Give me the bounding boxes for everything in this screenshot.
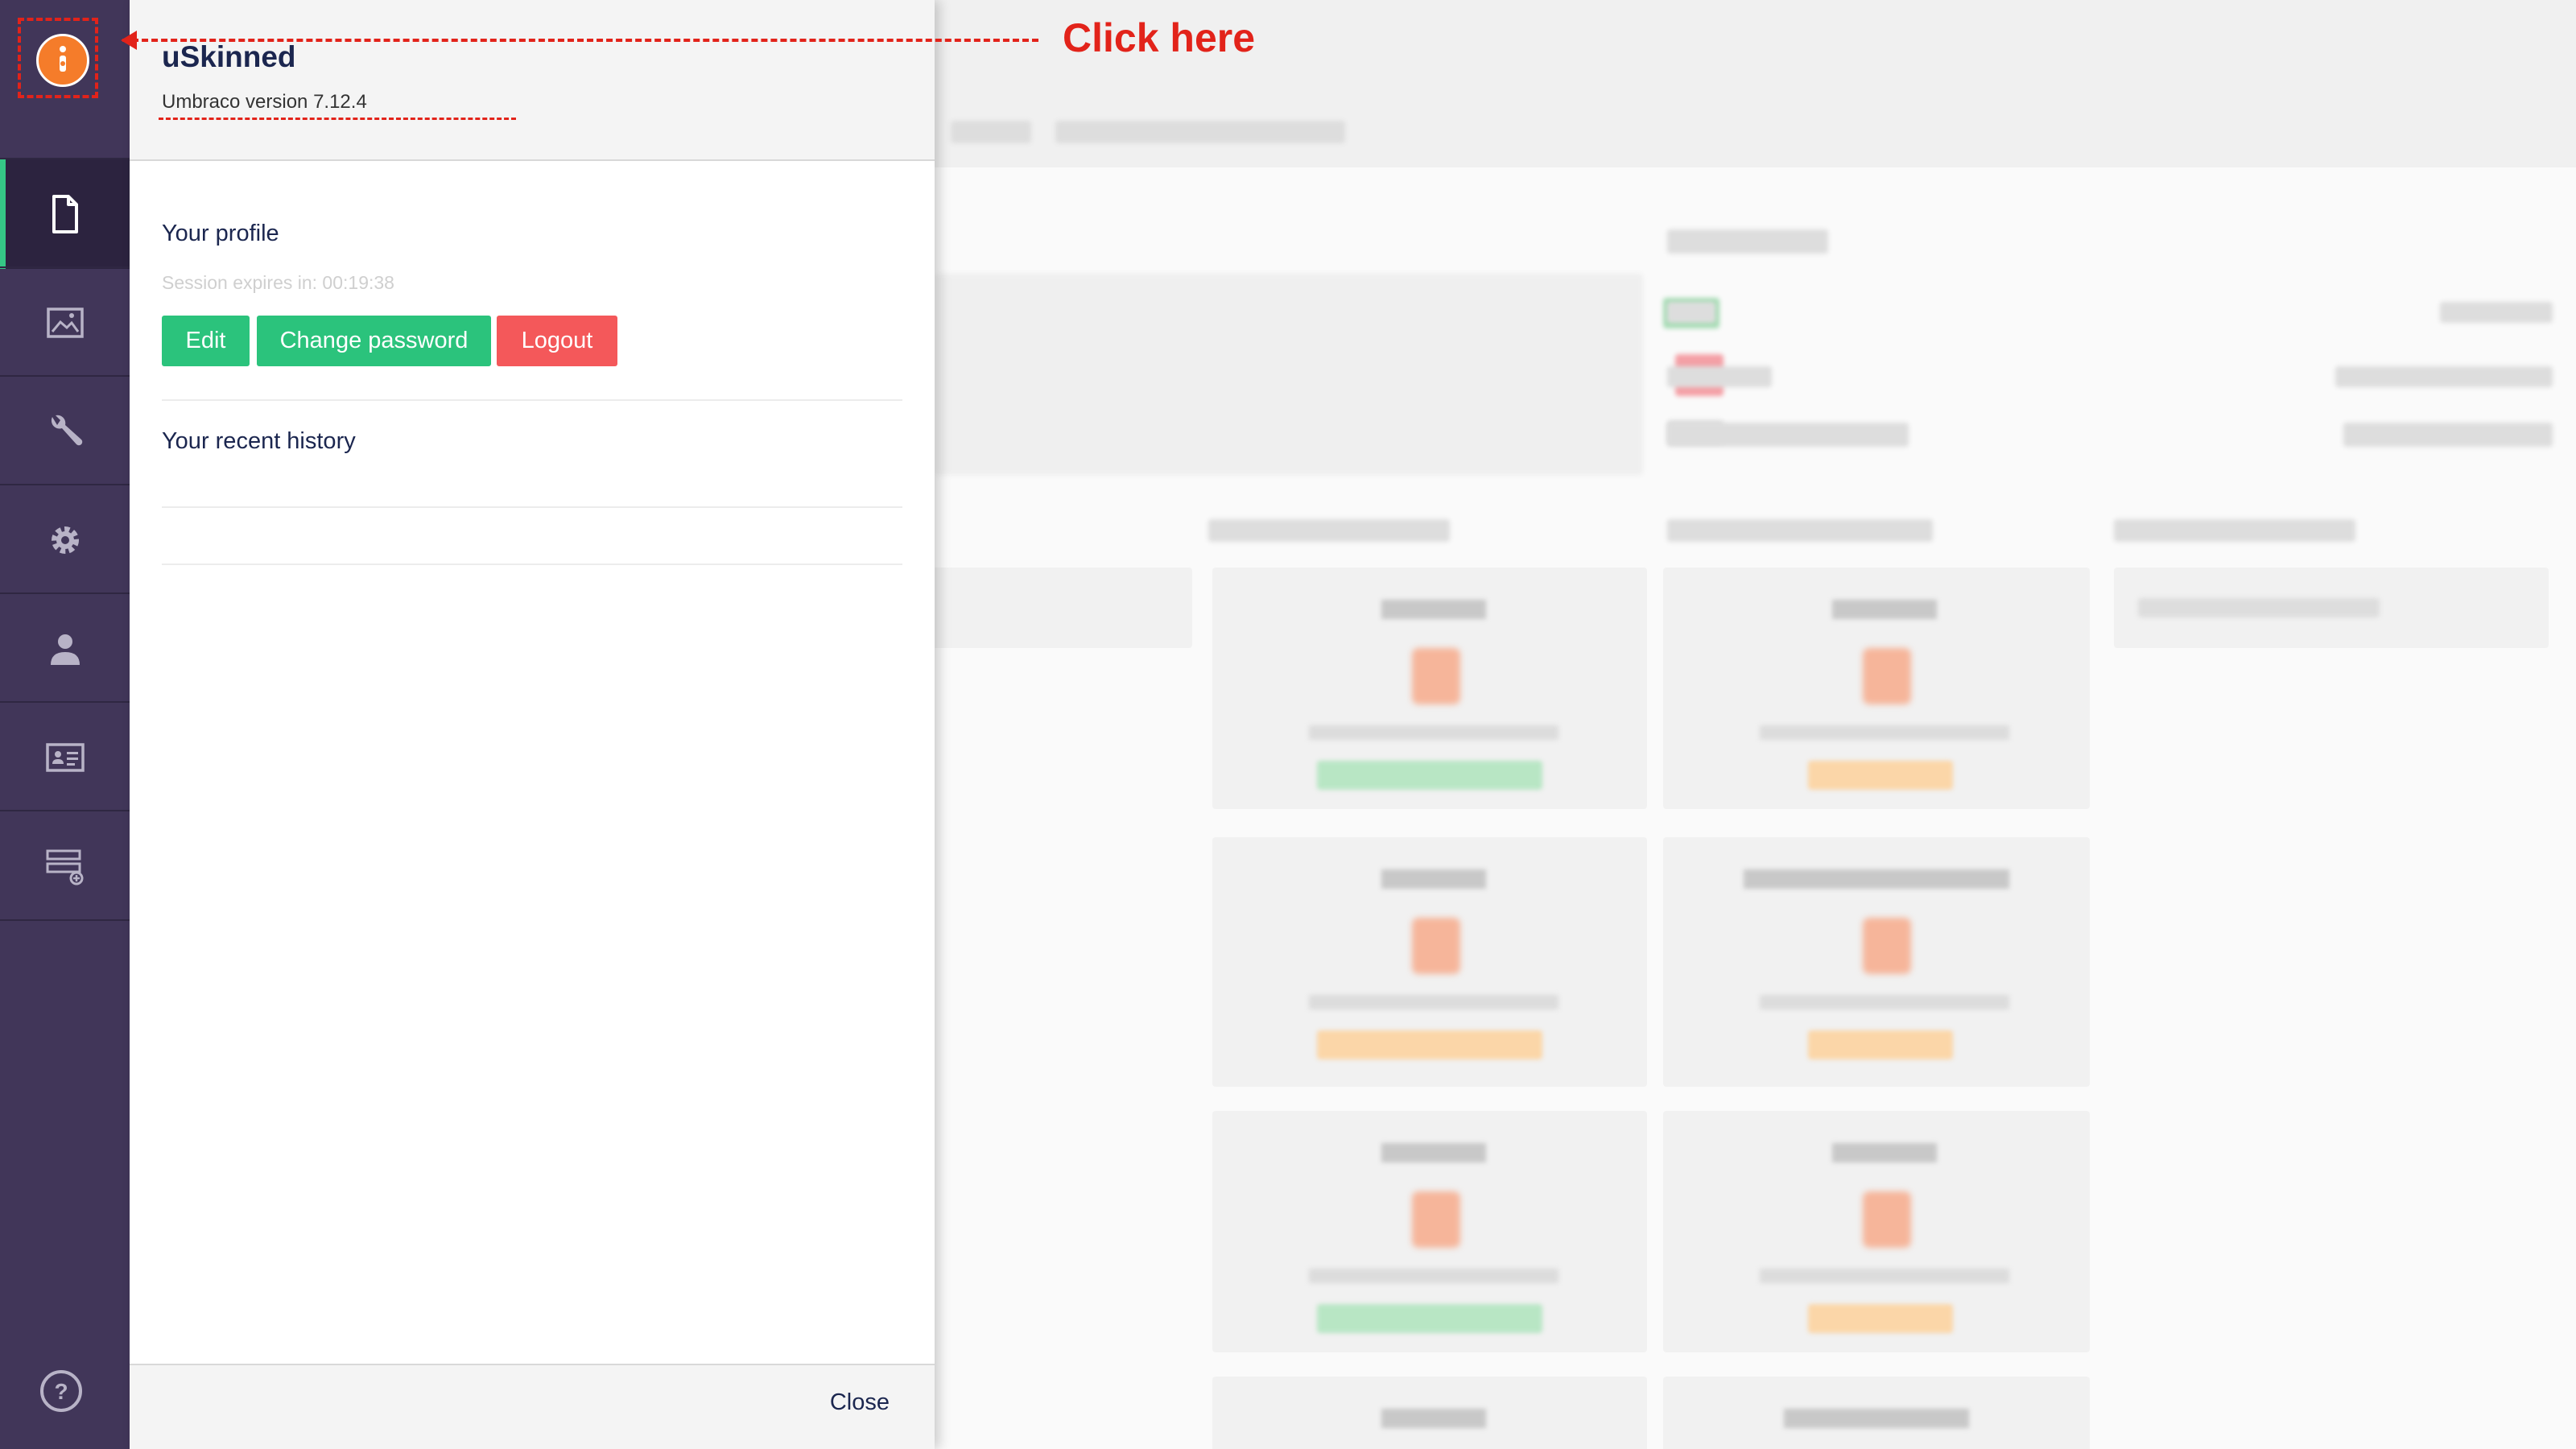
- nav-media[interactable]: [0, 266, 130, 378]
- gear-icon: [51, 526, 79, 554]
- user-panel: uSkinned Umbraco version 7.12.4 Your pro…: [130, 0, 935, 1449]
- profile-heading: Your profile: [162, 221, 279, 246]
- pointer-line: [122, 39, 1038, 42]
- history-divider: [162, 506, 902, 508]
- document-icon: [52, 195, 78, 233]
- click-here-annotation: Click here: [1063, 15, 1256, 60]
- edit-profile-button[interactable]: Edit: [162, 316, 250, 366]
- nav-settings-tools[interactable]: [0, 375, 130, 486]
- umbraco-version: Umbraco version 7.12.4: [162, 91, 367, 113]
- history-divider: [162, 564, 902, 565]
- session-expiry: Session expires in: 00:19:38: [162, 272, 394, 293]
- main-navigation-rail: ?: [0, 0, 130, 1449]
- change-password-button[interactable]: Change password: [257, 316, 491, 366]
- highlight-box: [18, 18, 98, 98]
- section-divider: [162, 399, 902, 401]
- panel-title: uSkinned: [162, 40, 296, 73]
- user-icon: [50, 634, 80, 665]
- nav-content[interactable]: [0, 158, 130, 269]
- nav-forms[interactable]: [0, 810, 130, 921]
- arrow-icon: [121, 31, 137, 50]
- svg-text:?: ?: [54, 1379, 68, 1404]
- wrench-icon: [51, 415, 82, 446]
- id-card-icon: [45, 743, 85, 772]
- close-button[interactable]: Close: [830, 1389, 890, 1416]
- nav-developer[interactable]: [0, 484, 130, 595]
- form-icon: [46, 849, 83, 886]
- nav-users[interactable]: [0, 592, 130, 704]
- version-highlight-underline: [159, 118, 516, 120]
- nav-members[interactable]: [0, 701, 130, 812]
- user-panel-header: uSkinned Umbraco version 7.12.4: [130, 0, 935, 161]
- user-panel-footer: Close: [130, 1364, 935, 1449]
- recent-history-heading: Your recent history: [162, 428, 356, 454]
- help-icon[interactable]: ?: [39, 1368, 84, 1414]
- logout-button[interactable]: Logout: [497, 316, 617, 366]
- image-icon: [46, 308, 84, 338]
